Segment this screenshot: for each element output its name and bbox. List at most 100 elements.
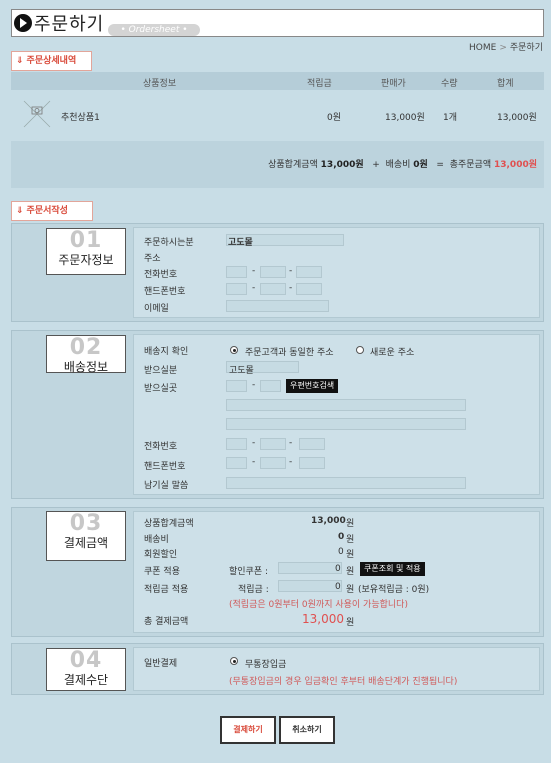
buyer-mobile-field-2[interactable]: [260, 283, 286, 295]
total-payment-label: 총 결제금액: [144, 617, 189, 627]
shipping-confirm-label: 배송지 확인: [144, 347, 189, 357]
section-number: 03: [69, 511, 103, 536]
column-header-qty: 수량: [441, 79, 458, 89]
section-number: 04: [69, 648, 103, 673]
shipping-mobile-field-1[interactable]: [226, 457, 247, 469]
breadcrumb-separator: >: [499, 43, 507, 53]
points-label: 적립금 적용: [144, 585, 189, 595]
buyer-phone-field-1[interactable]: [226, 266, 247, 278]
buyer-mobile-field-3[interactable]: [296, 283, 322, 295]
cancel-button[interactable]: 취소하기: [279, 716, 335, 744]
section-number: 01: [69, 228, 103, 253]
shipping-mobile-field-2[interactable]: [260, 457, 286, 469]
points-field-label: 적립금 :: [238, 585, 269, 595]
shipping-phone-field-3[interactable]: [299, 438, 325, 450]
shipping-mobile-field-3[interactable]: [299, 457, 325, 469]
shipping-info-heading: 02 배송정보: [46, 335, 126, 374]
section-title: 주문자정보: [58, 253, 114, 267]
buyer-name-label: 주문하시는분: [144, 238, 194, 248]
shipping-phone-field-1[interactable]: [226, 438, 247, 450]
radio-same-address[interactable]: [230, 346, 238, 354]
points-field[interactable]: [278, 580, 342, 592]
address-line-1-field[interactable]: [226, 399, 466, 411]
section-title: 결제금액: [63, 536, 109, 550]
amount-subtotal-value: 13,000: [311, 516, 346, 526]
payment-method-heading: 04 결제수단: [46, 648, 126, 691]
amount-shipping-label: 배송비: [144, 535, 169, 545]
shipping-phone-label: 전화번호: [144, 442, 178, 452]
column-header-total: 합계: [497, 79, 514, 89]
pay-button[interactable]: 결제하기: [220, 716, 276, 744]
coupon-label: 쿠폰 적용: [144, 567, 180, 577]
radio-bank-transfer[interactable]: [230, 657, 238, 665]
coupon-field[interactable]: [278, 562, 342, 574]
mobile-dash: -: [289, 283, 293, 293]
product-total: 13,000원: [497, 113, 537, 123]
amount-unit: 원: [346, 585, 355, 595]
product-qty: 1개: [443, 113, 458, 123]
shipping-mobile-label: 핸드폰번호: [144, 462, 186, 472]
zip-search-button[interactable]: 우편번호검색: [286, 379, 339, 393]
amount-unit: 원: [346, 567, 355, 577]
message-field[interactable]: [226, 477, 466, 489]
breadcrumb-home[interactable]: HOME: [469, 43, 496, 53]
play-circle-icon: [14, 14, 32, 32]
summary-shipping-label: 배송비: [385, 160, 411, 170]
option-same-address-label[interactable]: 주문고객과 동일한 주소: [245, 345, 334, 358]
phone-dash: -: [252, 438, 256, 448]
coupon-value: 0: [335, 564, 341, 574]
amount-unit: 원: [346, 535, 355, 545]
buyer-mobile-label: 핸드폰번호: [144, 287, 186, 297]
no-image-thumbnail-icon[interactable]: [22, 99, 52, 129]
breadcrumb: HOME > 주문하기: [469, 40, 543, 53]
buyer-mobile-field-1[interactable]: [226, 283, 247, 295]
buyer-phone-field-2[interactable]: [260, 266, 286, 278]
mobile-dash: -: [289, 457, 293, 467]
phone-dash: -: [289, 438, 293, 448]
amount-unit: 원: [346, 550, 355, 560]
buyer-info-heading: 01 주문자정보: [46, 228, 126, 275]
order-summary: 상품합계금액 13,000원 + 배송비 0원 = 총주문금액 13,000원: [268, 157, 537, 170]
product-name[interactable]: 추천상품1: [61, 110, 100, 123]
radio-new-address[interactable]: [356, 346, 364, 354]
shipping-phone-field-2[interactable]: [260, 438, 286, 450]
zip-field-2[interactable]: [260, 380, 281, 392]
section-title: 결제수단: [63, 673, 109, 687]
bank-transfer-note: (무통장입금의 경우 입금확인 후부터 배송단계가 진행됩니다): [229, 677, 458, 687]
zip-field-1[interactable]: [226, 380, 247, 392]
member-discount-value: 0: [338, 547, 344, 557]
amount-subtotal-label: 상품합계금액: [144, 519, 194, 529]
address-line-2-field[interactable]: [226, 418, 466, 430]
product-table-header: 상품정보 적립금 판매가 수량 합계: [11, 72, 544, 90]
column-header-points: 적립금: [307, 79, 332, 89]
order-details-label-text: 주문상세내역: [26, 56, 77, 66]
amount-unit: 원: [346, 519, 355, 529]
buyer-phone-field-3[interactable]: [296, 266, 322, 278]
payment-amount-heading: 03 결제금액: [46, 511, 126, 561]
phone-dash: -: [289, 266, 293, 276]
shipping-address-label: 받으실곳: [144, 384, 178, 394]
buyer-email-field[interactable]: [226, 300, 329, 312]
points-note: (적립금은 0원부터 0원까지 사용이 가능합니다): [229, 600, 408, 610]
buyer-phone-label: 전화번호: [144, 270, 178, 280]
summary-shipping: 0원: [413, 160, 428, 170]
product-price: 13,000원: [385, 113, 425, 123]
bank-transfer-label[interactable]: 무통장입금: [245, 657, 286, 670]
order-details-label: ⇓ 주문상세내역: [11, 51, 92, 71]
buyer-email-label: 이메일: [144, 304, 169, 314]
down-arrow-icon: ⇓: [16, 56, 24, 66]
recipient-value: 고도몰: [229, 366, 254, 376]
amount-shipping-value: 0: [338, 532, 345, 542]
buyer-address-label: 주소: [144, 254, 161, 264]
general-payment-label: 일반결제: [144, 659, 178, 669]
option-new-address-label[interactable]: 새로운 주소: [370, 345, 414, 358]
column-header-price: 판매가: [381, 79, 406, 89]
down-arrow-icon: ⇓: [16, 206, 24, 216]
summary-subtotal: 13,000원: [320, 160, 364, 170]
summary-total: 13,000원: [493, 160, 537, 170]
buyer-name-value: 고도몰: [228, 238, 253, 248]
order-form-label-text: 주문서작성: [26, 206, 68, 216]
coupon-apply-button[interactable]: 쿠폰조회 및 적용: [360, 562, 425, 576]
order-form-label: ⇓ 주문서작성: [11, 201, 93, 221]
coupon-field-label: 할인쿠폰 :: [229, 567, 269, 577]
